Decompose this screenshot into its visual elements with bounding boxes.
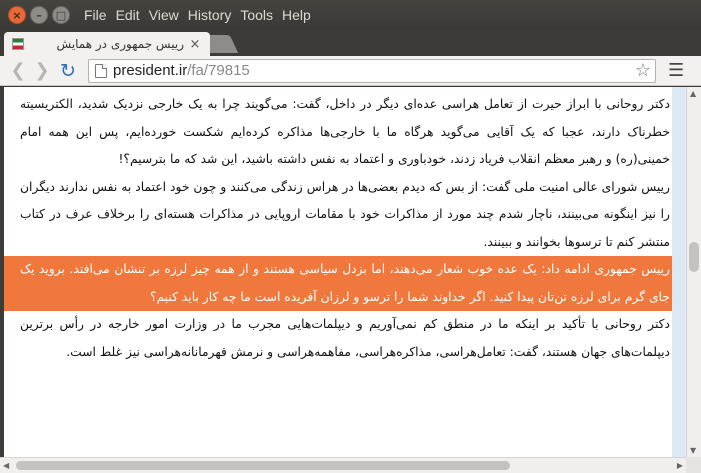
scroll-left-arrow-icon[interactable]: ◀ [3,461,9,470]
tab-title: رییس جمهوری در همایش [56,37,184,51]
bookmark-star-icon[interactable]: ☆ [635,60,651,81]
menu-help[interactable]: Help [282,7,311,23]
vertical-scroll-thumb[interactable] [689,242,699,272]
scroll-right-arrow-icon[interactable]: ▶ [677,461,683,470]
window-controls: × – □ [8,6,70,24]
page-icon [95,63,107,78]
menu-tools[interactable]: Tools [240,7,273,23]
back-arrow-icon[interactable]: ❮ [6,59,30,83]
paragraph: رییس شورای عالی امنیت ملی گفت: از بس که … [20,179,670,249]
hamburger-menu-icon[interactable]: ☰ [668,60,684,81]
scroll-up-arrow-icon[interactable]: ▲ [690,89,696,98]
title-bar: × – □ File Edit View History Tools Help [0,0,701,30]
browser-toolbar: ❮ ❯ ↻ president.ir/fa/79815 ☆ ☰ [0,56,701,86]
address-bar[interactable]: president.ir/fa/79815 ☆ [88,58,656,83]
menu-edit[interactable]: Edit [116,7,140,23]
horizontal-scrollbar[interactable]: ◀ ▶ [0,457,686,473]
selected-paragraph: رییس جمهوری ادامه داد: یک عده خوب شعار م… [0,256,686,311]
tab-active[interactable]: رییس جمهوری در همایش × [4,32,210,56]
close-window-button[interactable]: × [8,6,26,24]
menu-history[interactable]: History [188,7,232,23]
menu-bar: File Edit View History Tools Help [84,7,320,23]
maximize-window-button[interactable]: □ [52,6,70,24]
left-edge [0,87,4,457]
page-viewport: دکتر روحانی با ابراز حیرت از تعامل هراسی… [0,87,686,457]
paragraph: دکتر روحانی با ابراز حیرت از تعامل هراسی… [20,97,670,166]
forward-arrow-icon[interactable]: ❯ [30,59,54,83]
url-path: /fa/79815 [187,62,250,79]
url-text[interactable]: president.ir/fa/79815 [113,62,635,79]
menu-view[interactable]: View [149,7,179,23]
page-side-stripe [672,87,686,457]
menu-file[interactable]: File [84,7,107,23]
article-body: دکتر روحانی با ابراز حیرت از تعامل هراسی… [0,91,686,366]
url-host: president.ir [113,62,188,79]
vertical-scrollbar[interactable]: ▲ ▼ [686,87,701,457]
tab-close-icon[interactable]: × [188,37,202,52]
scroll-down-arrow-icon[interactable]: ▼ [690,446,696,455]
minimize-window-button[interactable]: – [30,6,48,24]
reload-icon[interactable]: ↻ [56,59,80,83]
paragraph: دکتر روحانی با تأکید بر اینکه ما در منطق… [20,317,670,359]
tab-strip: رییس جمهوری در همایش × [0,30,701,56]
scrollbar-corner [686,457,701,473]
flag-icon [12,38,24,50]
horizontal-scroll-thumb[interactable] [16,461,510,470]
